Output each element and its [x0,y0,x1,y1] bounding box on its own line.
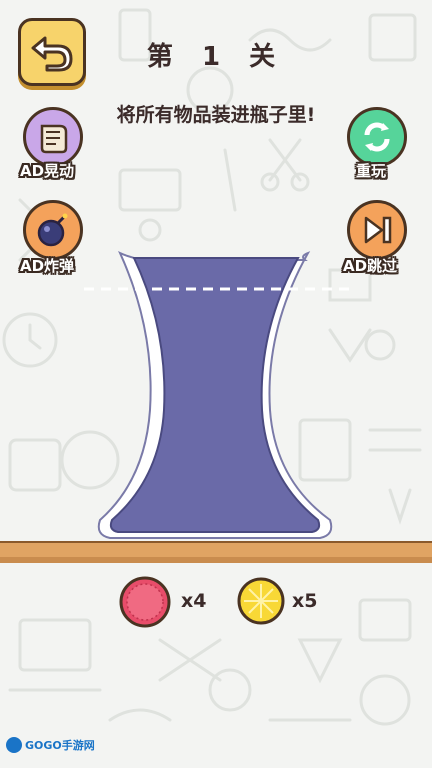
scroll-icon [40,124,68,154]
watermark-logo-icon [6,737,22,753]
bomb-button[interactable] [23,200,83,260]
watermelon-icon [119,576,171,628]
shelf-edge [0,557,432,563]
shake-button[interactable] [23,107,83,167]
watermark: GOGO手游网 [6,737,95,753]
watermelon-count: x4 [181,590,207,612]
replay-button[interactable] [347,107,407,167]
skip-button[interactable] [347,200,407,260]
shake-button-label: AD晃动 [20,162,75,180]
lemon-count: x5 [292,590,318,612]
replay-button-label: 重玩 [356,162,387,180]
skip-forward-icon [364,216,392,244]
back-button[interactable] [18,18,86,86]
lemon-icon [237,577,285,625]
refresh-icon [364,122,390,152]
watermark-text: GOGO手游网 [25,739,95,752]
bomb-icon [37,213,68,247]
skip-button-label: AD跳过 [343,257,398,275]
bomb-button-label: AD炸弹 [20,257,75,275]
back-arrow-icon [31,36,73,72]
